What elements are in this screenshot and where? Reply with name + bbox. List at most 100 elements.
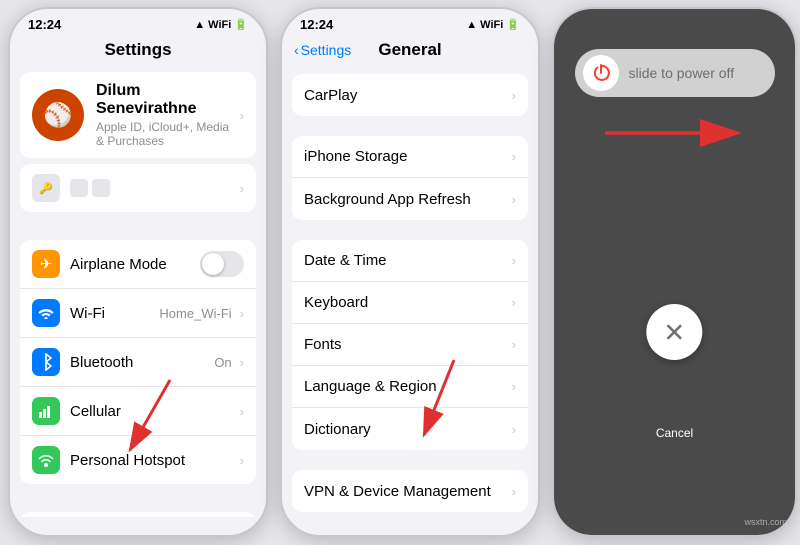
power-slider[interactable]: slide to power off <box>575 49 775 97</box>
status-icons-2: ▲ WiFi 🔋 <box>466 18 520 31</box>
back-chevron: ‹ <box>294 42 299 58</box>
datetime-label: Date & Time <box>304 252 508 269</box>
cellular-chevron: › <box>240 404 244 419</box>
status-bar-2: 12:24 ▲ WiFi 🔋 <box>282 9 538 36</box>
bg-refresh-label: Background App Refresh <box>304 191 508 208</box>
language-chevron: › <box>512 379 516 394</box>
keyboard-item[interactable]: Keyboard › <box>292 282 528 324</box>
power-icon <box>583 55 619 91</box>
carplay-label: CarPlay <box>304 87 508 104</box>
wifi-icon-2: WiFi <box>480 19 503 31</box>
language-item[interactable]: Language & Region › <box>292 366 528 408</box>
cellular-item[interactable]: Cellular › <box>20 387 256 436</box>
phone2-panel: 12:24 ▲ WiFi 🔋 ‹ Settings General <box>280 7 540 537</box>
cellular-icon <box>32 397 60 425</box>
notifications-item[interactable]: 🔔 Notifications › <box>20 512 256 517</box>
phone1-panel: 12:24 ▲ WiFi 🔋 Settings ⚾ Dilum <box>8 7 268 537</box>
profile-name: Dilum Senevirathne <box>96 82 236 118</box>
vpn-item[interactable]: VPN & Device Management › <box>292 470 528 512</box>
carplay-item[interactable]: CarPlay › <box>292 74 528 116</box>
bluetooth-value: On <box>214 355 231 370</box>
bg-refresh-item[interactable]: Background App Refresh › <box>292 178 528 220</box>
swipe-arrow <box>595 113 755 153</box>
profile-sub: Apple ID, iCloud+, Media& Purchases <box>96 120 236 148</box>
datetime-item[interactable]: Date & Time › <box>292 240 528 282</box>
phone3-panel: slide to power off <box>552 7 797 537</box>
bluetooth-icon <box>32 348 60 376</box>
vpn-group: VPN & Device Management › <box>292 470 528 512</box>
right-arrow-svg <box>595 113 755 153</box>
keyboard-label: Keyboard <box>304 294 508 311</box>
battery-icon-2: 🔋 <box>506 18 520 31</box>
airplane-mode-item[interactable]: ✈ Airplane Mode <box>20 240 256 289</box>
vpn-chevron: › <box>512 484 516 499</box>
iphone-storage-label: iPhone Storage <box>304 148 508 165</box>
vpn-label: VPN & Device Management <box>304 483 508 500</box>
airplane-label: Airplane Mode <box>70 256 200 273</box>
locale-group: Date & Time › Keyboard › Fonts › Languag… <box>292 240 528 450</box>
settings-group-connectivity: ✈ Airplane Mode Wi-Fi Home_Wi-Fi › <box>20 240 256 484</box>
signal-icon: ▲ <box>194 19 205 31</box>
profile-section[interactable]: ⚾ Dilum Senevirathne Apple ID, iCloud+, … <box>20 72 256 158</box>
status-time-2: 12:24 <box>300 17 333 32</box>
hotspot-item[interactable]: Personal Hotspot › <box>20 436 256 484</box>
dictionary-chevron: › <box>512 422 516 437</box>
status-time-1: 12:24 <box>28 17 61 32</box>
cellular-label: Cellular <box>70 403 236 420</box>
storage-group: iPhone Storage › Background App Refresh … <box>292 136 528 220</box>
airplane-icon: ✈ <box>32 250 60 278</box>
status-bar-1: 12:24 ▲ WiFi 🔋 <box>10 9 266 36</box>
settings-group-system: 🔔 Notifications › 🔊 Sounds & Haptics › 🌙… <box>20 512 256 517</box>
airplane-toggle[interactable] <box>200 251 244 277</box>
wifi-item[interactable]: Wi-Fi Home_Wi-Fi › <box>20 289 256 338</box>
battery-icon: 🔋 <box>234 18 248 31</box>
profile-chevron: › <box>240 108 244 123</box>
wifi-label: Wi-Fi <box>70 305 159 322</box>
passkeys-dots <box>70 179 236 197</box>
back-button[interactable]: ‹ Settings <box>294 42 351 58</box>
nav-bar-2: ‹ Settings General <box>282 36 538 66</box>
cancel-area: Cancel <box>656 426 693 440</box>
settings-scroll-1[interactable]: ⚾ Dilum Senevirathne Apple ID, iCloud+, … <box>10 66 266 517</box>
dictionary-item[interactable]: Dictionary › <box>292 408 528 450</box>
back-label: Settings <box>301 42 352 58</box>
hotspot-icon <box>32 446 60 474</box>
fonts-item[interactable]: Fonts › <box>292 324 528 366</box>
status-icons-1: ▲ WiFi 🔋 <box>194 18 248 31</box>
slide-text: slide to power off <box>629 65 735 81</box>
wifi-value: Home_Wi-Fi <box>159 306 231 321</box>
bluetooth-item[interactable]: Bluetooth On › <box>20 338 256 387</box>
cancel-label: Cancel <box>656 426 693 440</box>
wifi-icon: WiFi <box>208 19 231 31</box>
hotspot-label: Personal Hotspot <box>70 452 236 469</box>
datetime-chevron: › <box>512 253 516 268</box>
keyboard-chevron: › <box>512 295 516 310</box>
cancel-button[interactable] <box>646 304 702 360</box>
bluetooth-chevron: › <box>240 355 244 370</box>
wifi-icon-item <box>32 299 60 327</box>
power-screen: slide to power off <box>554 9 795 535</box>
fonts-chevron: › <box>512 337 516 352</box>
profile-info: Dilum Senevirathne Apple ID, iCloud+, Me… <box>96 82 236 148</box>
nav-bar-1: Settings <box>10 36 266 66</box>
passkeys-chevron: › <box>240 181 244 196</box>
carplay-group: CarPlay › <box>292 74 528 116</box>
dictionary-label: Dictionary <box>304 421 508 438</box>
wifi-chevron: › <box>240 306 244 321</box>
x-icon <box>664 322 684 342</box>
settings-scroll-2[interactable]: CarPlay › iPhone Storage › Background Ap… <box>282 66 538 517</box>
settings-title: Settings <box>104 40 171 60</box>
bluetooth-label: Bluetooth <box>70 354 214 371</box>
watermark: wsxtn.com <box>744 517 787 527</box>
general-page-title: General <box>378 40 441 60</box>
carplay-chevron: › <box>512 88 516 103</box>
signal-icon-2: ▲ <box>466 19 477 31</box>
toggle-thumb <box>202 253 224 275</box>
avatar: ⚾ <box>32 89 84 141</box>
fonts-label: Fonts <box>304 336 508 353</box>
hotspot-chevron: › <box>240 453 244 468</box>
iphone-storage-item[interactable]: iPhone Storage › <box>292 136 528 178</box>
passkeys-row[interactable]: 🔑 › <box>20 164 256 212</box>
iphone-storage-chevron: › <box>512 149 516 164</box>
bg-refresh-chevron: › <box>512 192 516 207</box>
